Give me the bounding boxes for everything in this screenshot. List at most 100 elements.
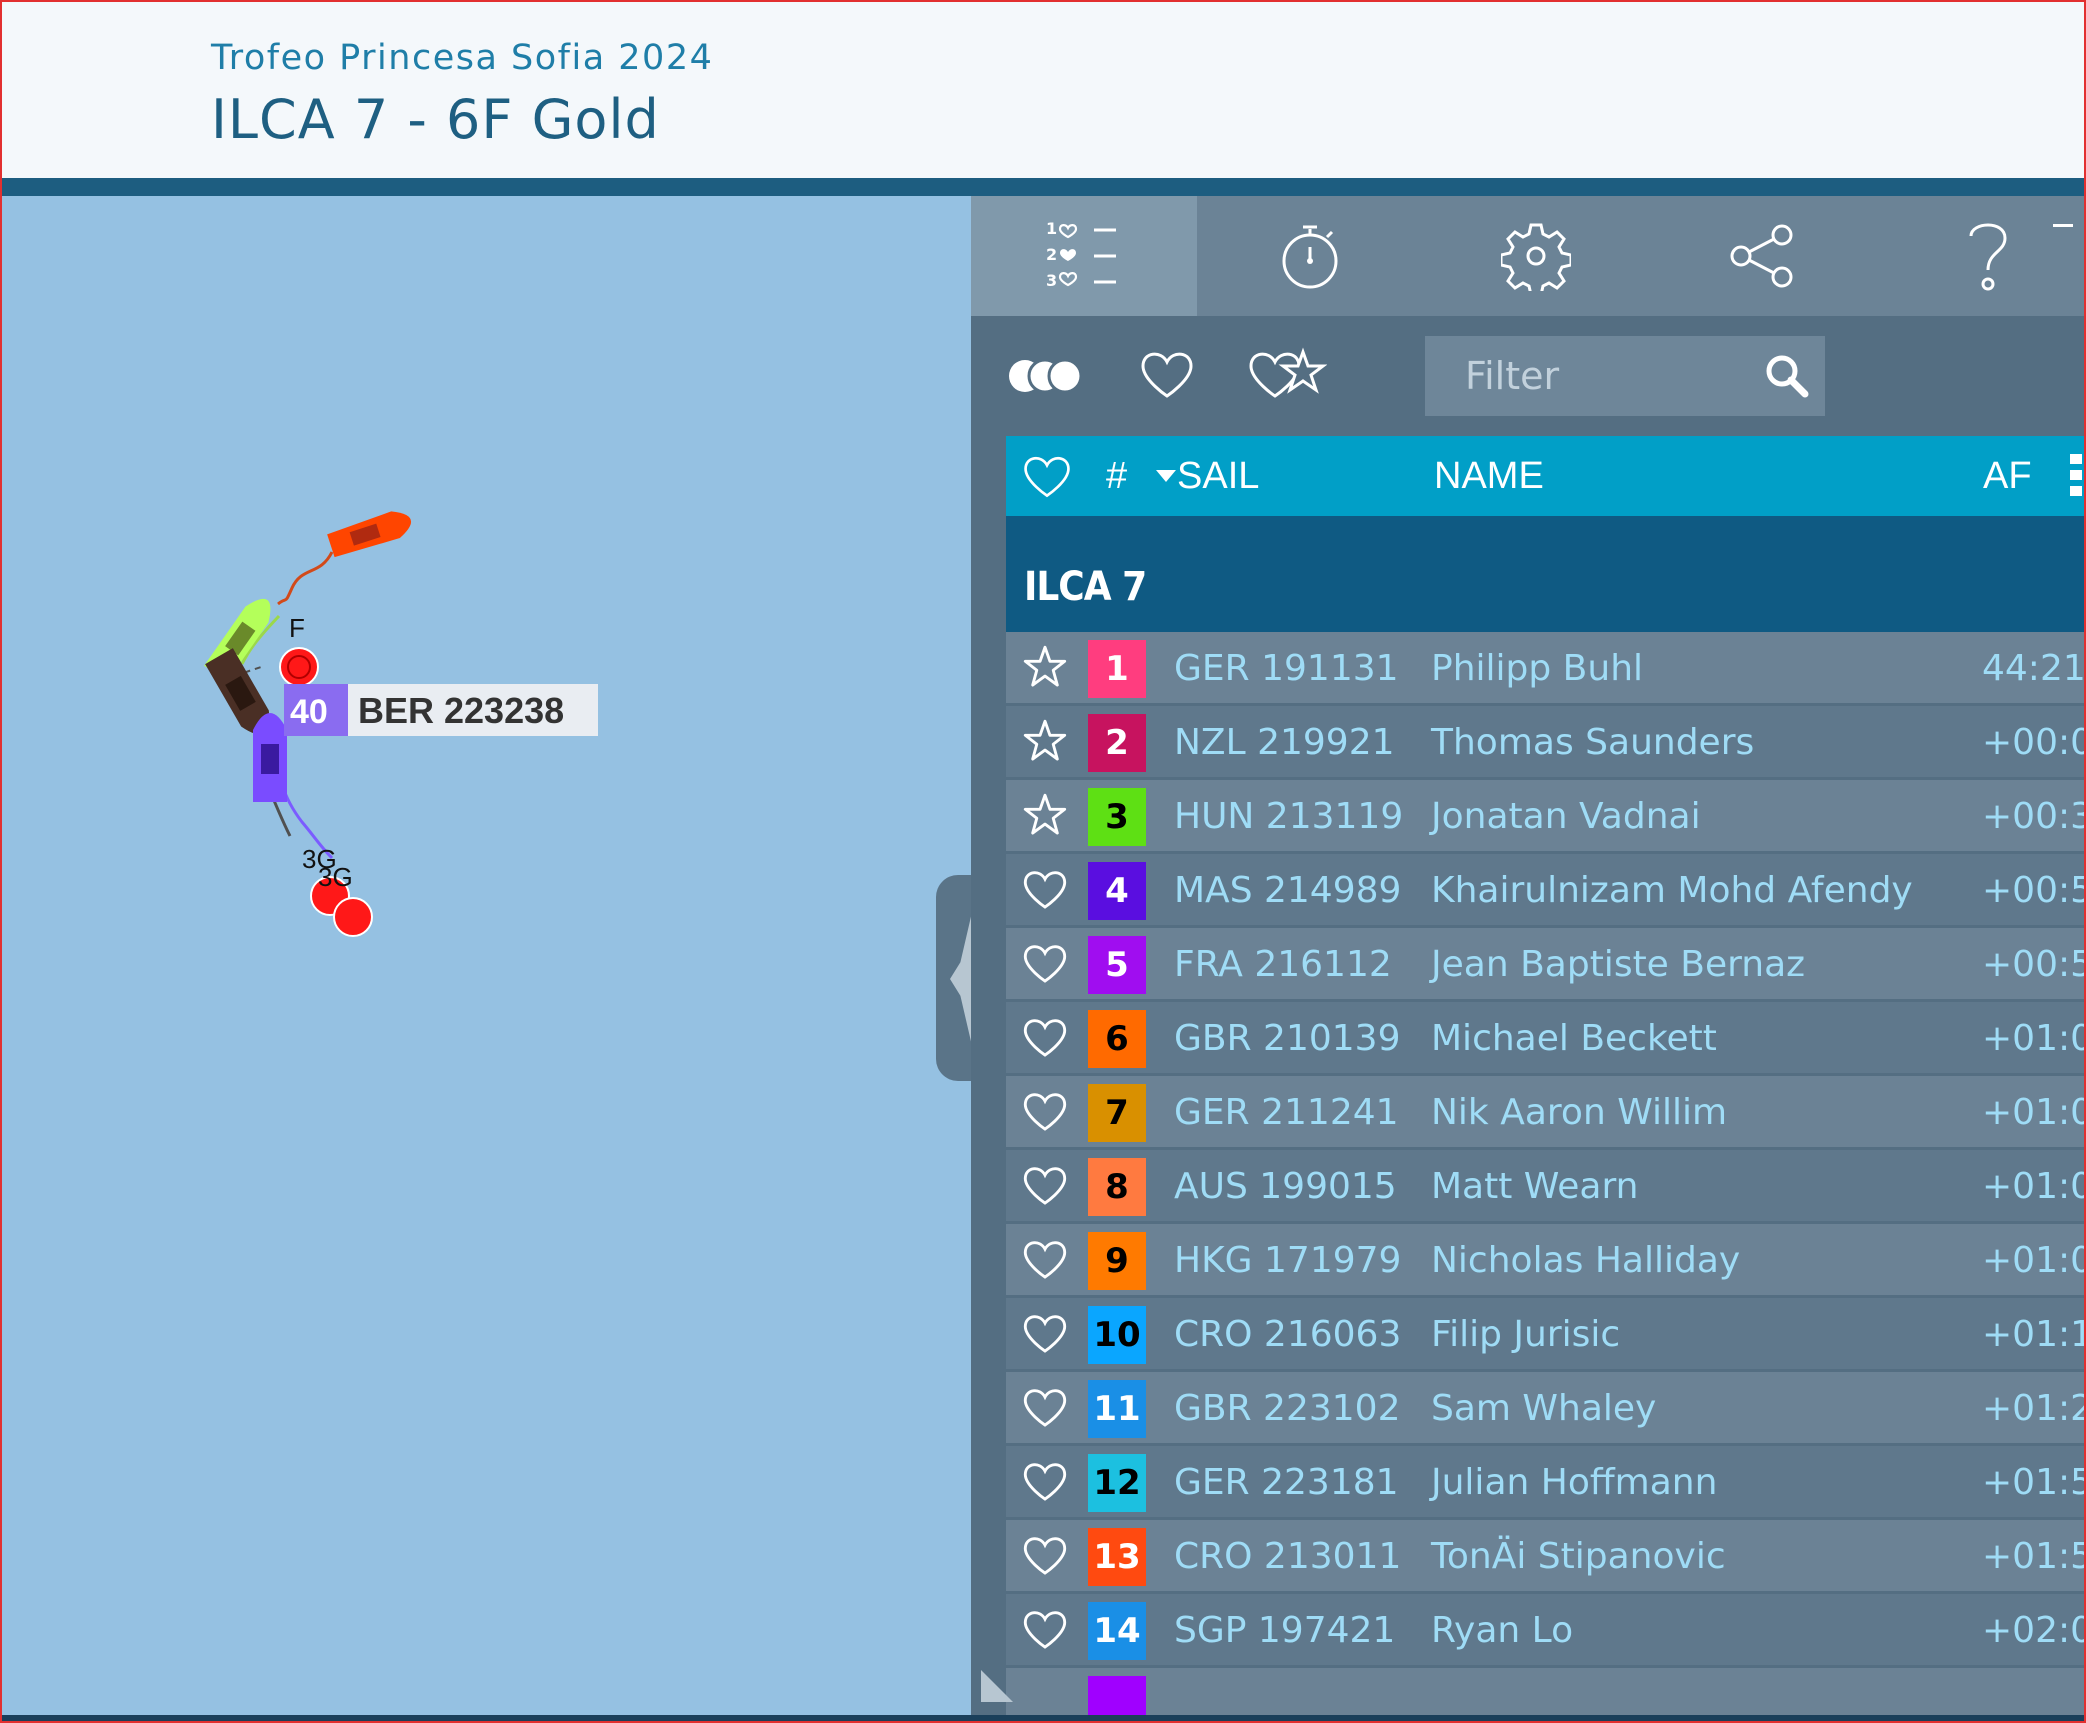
rank-badge: 14 — [1088, 1602, 1146, 1660]
time-column-header[interactable]: AF — [1983, 436, 2032, 516]
heart-icon[interactable] — [1022, 940, 1068, 986]
leaderboard-rows: 1 GER 191131 Philipp Buhl 44:21 2 NZL 219921 T… — [1006, 632, 2084, 1668]
sailor-name[interactable]: Filip Jurisic — [1431, 1298, 1620, 1372]
sailor-name[interactable]: Philipp Buhl — [1431, 632, 1643, 706]
star-icon[interactable] — [1022, 792, 1068, 838]
all-boats-filter-button[interactable] — [1007, 356, 1083, 400]
favorite-column-heart-icon[interactable] — [1022, 448, 1072, 504]
table-row[interactable]: 9 HKG 171979 Nicholas Halliday +01:05 — [1006, 1224, 2084, 1298]
sailor-name[interactable]: Jean Baptiste Bernaz — [1431, 928, 1805, 1002]
svg-text:1: 1 — [1046, 219, 1057, 238]
sail-number[interactable]: HUN 213119 — [1174, 780, 1403, 854]
heart-icon[interactable] — [1022, 1532, 1068, 1578]
sailor-name[interactable]: Jonatan Vadnai — [1431, 780, 1701, 854]
rank-badge: 12 — [1088, 1454, 1146, 1512]
sail-number[interactable]: GER 191131 — [1174, 632, 1399, 706]
table-row[interactable]: 6 GBR 210139 Michael Beckett +01:00 — [1006, 1002, 2084, 1076]
rank-badge: 7 — [1088, 1084, 1146, 1142]
heart-icon[interactable] — [1022, 1606, 1068, 1652]
sailor-name[interactable]: Matt Wearn — [1431, 1150, 1638, 1224]
sailor-name[interactable]: Ryan Lo — [1431, 1594, 1573, 1668]
search-icon[interactable] — [1763, 352, 1811, 400]
heart-icon[interactable] — [1022, 1384, 1068, 1430]
filter-input[interactable] — [1425, 336, 1755, 416]
sail-number[interactable]: GER 223181 — [1174, 1446, 1399, 1520]
sail-number[interactable]: FRA 216112 — [1174, 928, 1392, 1002]
tab-share[interactable] — [1649, 196, 1875, 316]
heart-icon[interactable] — [1022, 1458, 1068, 1504]
sail-number[interactable]: HKG 171979 — [1174, 1224, 1401, 1298]
selected-boat-sail: BER 223238 — [358, 690, 564, 731]
boat[interactable] — [327, 506, 416, 559]
heart-icon[interactable] — [1022, 1236, 1068, 1282]
table-row[interactable]: 12 GER 223181 Julian Hoffmann +01:52 — [1006, 1446, 2084, 1520]
map-canvas[interactable]: F 3G 3G 40 BER 223238 — [2, 196, 971, 1715]
tab-race-timer[interactable] — [1197, 196, 1423, 316]
table-row[interactable]: 11 GBR 223102 Sam Whaley +01:28 — [1006, 1372, 2084, 1446]
sail-column-header[interactable]: SAIL — [1177, 436, 1259, 516]
resize-handle-icon[interactable] — [981, 1670, 1013, 1702]
sail-number[interactable]: GER 211241 — [1174, 1076, 1399, 1150]
stopwatch-icon — [1282, 225, 1338, 289]
race-map[interactable]: F 3G 3G 40 BER 223238 — [2, 196, 971, 1715]
star-icon[interactable] — [1022, 644, 1068, 690]
heart-icon[interactable] — [1022, 1310, 1068, 1356]
sail-number[interactable]: AUS 199015 — [1174, 1150, 1397, 1224]
gear-icon — [1501, 223, 1571, 291]
heart-icon[interactable] — [1022, 1014, 1068, 1060]
table-header: # SAIL NAME AF — [1006, 436, 2086, 516]
mark-label: F — [289, 613, 305, 643]
leaderboard-icon: 1 2 3 — [1046, 219, 1116, 290]
boat[interactable] — [253, 713, 287, 802]
table-row[interactable]: 5 FRA 216112 Jean Baptiste Bernaz +00:55 — [1006, 928, 2084, 1002]
table-row[interactable]: 10 CRO 216063 Filip Jurisic +01:19 — [1006, 1298, 2084, 1372]
name-column-header[interactable]: NAME — [1434, 436, 1544, 516]
sailor-name[interactable]: Nik Aaron Willim — [1431, 1076, 1727, 1150]
sailor-name[interactable]: Khairulnizam Mohd Afendy — [1431, 854, 1913, 928]
sail-number[interactable]: NZL 219921 — [1174, 706, 1395, 780]
sail-number[interactable]: CRO 213011 — [1174, 1520, 1401, 1594]
sail-number[interactable]: SGP 197421 — [1174, 1594, 1395, 1668]
table-row[interactable]: 7 GER 211241 Nik Aaron Willim +01:04 — [1006, 1076, 2084, 1150]
sailor-name[interactable]: TonÄi Stipanovic — [1431, 1520, 1726, 1594]
sail-number[interactable]: CRO 216063 — [1174, 1298, 1401, 1372]
heart-icon[interactable] — [1022, 866, 1068, 912]
starred-filter-button[interactable] — [1247, 344, 1328, 408]
sail-number[interactable]: MAS 214989 — [1174, 854, 1401, 928]
table-row[interactable]: 3 HUN 213119 Jonatan Vadnai +00:35 — [1006, 780, 2084, 854]
column-chooser-icon[interactable] — [2068, 448, 2086, 504]
sail-number[interactable]: GBR 223102 — [1174, 1372, 1400, 1446]
sailor-name[interactable]: Thomas Saunders — [1431, 706, 1754, 780]
rank-column-header[interactable]: # — [1106, 436, 1127, 516]
sailor-name[interactable]: Julian Hoffmann — [1431, 1446, 1717, 1520]
selected-boat-rank: 40 — [290, 693, 328, 731]
course-mark[interactable] — [333, 897, 373, 937]
table-row[interactable]: 13 CRO 213011 TonÄi Stipanovic +01:55 — [1006, 1520, 2084, 1594]
tab-settings[interactable] — [1423, 196, 1649, 316]
table-row[interactable]: 1 GER 191131 Philipp Buhl 44:21 — [1006, 632, 2084, 706]
minimize-icon[interactable] — [2053, 224, 2073, 227]
time-behind: +00:35 — [1982, 796, 2084, 837]
favorites-filter-button[interactable] — [1139, 346, 1195, 406]
heart-icon[interactable] — [1022, 1162, 1068, 1208]
table-row[interactable]: 2 NZL 219921 Thomas Saunders +00:03 — [1006, 706, 2084, 780]
table-row[interactable]: 4 MAS 214989 Khairulnizam Mohd Afendy +00:5… — [1006, 854, 2084, 928]
page-header: Trofeo Princesa Sofia 2024 ILCA 7 - 6F G… — [2, 2, 2084, 178]
sailor-name[interactable]: Michael Beckett — [1431, 1002, 1717, 1076]
tab-leaderboard[interactable]: 1 2 3 — [971, 196, 1197, 316]
table-row[interactable]: 8 AUS 199015 Matt Wearn +01:05 — [1006, 1150, 2084, 1224]
sailor-name[interactable]: Nicholas Halliday — [1431, 1224, 1740, 1298]
table-row[interactable] — [1006, 1668, 2084, 1715]
sailor-name[interactable]: Sam Whaley — [1431, 1372, 1656, 1446]
time-behind: +01:55 — [1982, 1536, 2084, 1577]
course-mark[interactable] — [279, 647, 319, 687]
rank-badge: 9 — [1088, 1232, 1146, 1290]
star-icon[interactable] — [1022, 718, 1068, 764]
tab-help[interactable] — [1875, 196, 2084, 316]
heart-icon[interactable] — [1022, 1088, 1068, 1134]
table-row[interactable]: 14 SGP 197421 Ryan Lo +02:00 — [1006, 1594, 2084, 1668]
selected-boat-label[interactable]: 40 BER 223238 — [284, 684, 598, 736]
sail-number[interactable]: GBR 210139 — [1174, 1002, 1400, 1076]
event-name: Trofeo Princesa Sofia 2024 — [211, 38, 714, 78]
sort-descending-icon[interactable] — [1154, 466, 1178, 486]
